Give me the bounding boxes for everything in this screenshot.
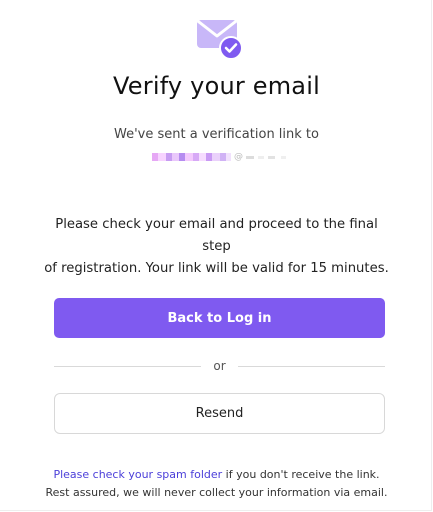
or-divider: or: [54, 356, 385, 376]
divider-line-left: [54, 365, 202, 367]
spam-folder-link[interactable]: Please check your spam folder: [53, 468, 222, 481]
footer-note: Please check your spam folder if you don…: [20, 466, 413, 502]
resend-button[interactable]: Resend: [54, 393, 385, 434]
footer-line-2: Rest assured, we will never collect your…: [45, 486, 388, 499]
page-frame: Verify your email We've sent a verificat…: [0, 0, 432, 511]
footer-line-1-rest: if you don't receive the link.: [222, 468, 380, 481]
sent-message: We've sent a verification link to: [114, 127, 319, 142]
divider-label: or: [213, 359, 226, 373]
instructions-line-2: of registration. Your link will be valid…: [44, 261, 389, 276]
resend-label: Resend: [195, 406, 244, 421]
page-title: Verify your email: [113, 72, 320, 100]
back-to-login-button[interactable]: Back to Log in: [54, 298, 385, 338]
footer-line-1: Please check your spam folder if you don…: [20, 466, 413, 484]
divider-line-right: [237, 365, 385, 367]
back-to-login-label: Back to Log in: [167, 310, 272, 326]
instructions-text: Please check your email and proceed to t…: [40, 214, 393, 280]
instructions-line-1: Please check your email and proceed to t…: [55, 217, 378, 254]
redacted-email-address: @: [152, 152, 288, 162]
mail-check-icon: [196, 18, 244, 60]
